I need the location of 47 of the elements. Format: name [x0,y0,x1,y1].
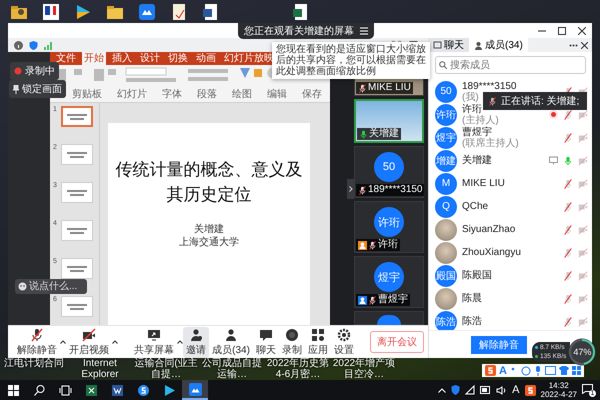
participant-name: 许珩 [378,239,398,251]
cpu-reading: 47% [572,347,592,357]
participant-name: 曹煜宇 [378,294,408,306]
participant-name: 189****3150 [368,184,422,196]
member-name: 许珩 [462,104,482,114]
member-name: 曹煜宇 [462,126,492,138]
member-name: 关增建 [462,155,492,166]
slide-title: 传统计量的概念、意义及其历史定位 [114,159,304,206]
member-name: QChe [462,201,488,212]
avatar: Q [435,196,457,218]
avatar: 50 [374,152,404,182]
avatar: 殿国 [435,264,457,286]
screen-share-banner: 您正在观看关增建的屏幕 [238,23,374,39]
participant-name: 关增建 [369,128,399,140]
ribbon-group-label: 幻灯片 [117,89,147,101]
member-name: MIKE LIU [462,178,505,189]
member-name: 陈殿国 [462,270,492,281]
avatar: 许珩 [435,104,457,126]
avatar: 陈浩 [435,310,457,330]
member-name: 189****3150 [462,80,516,92]
slide-author: 关增建 [194,223,224,236]
ribbon-group-label: 段落 [197,89,217,101]
slide-affiliation: 上海交通大学 [179,236,239,249]
tooltip: 您现在看到的是适应窗口大小缩放后的共享内容，您可以根据需要在此处调整画面缩放比例 [272,42,430,79]
avatar: M [435,172,457,194]
ribbon-group-label: 剪贴板 [72,89,102,101]
date-text: 2022-4-27 [540,390,577,399]
member-name: SiyuanZhao [462,224,516,235]
member-name: ZhouXiangyu [462,247,521,258]
participant-name: MIKE LIU [368,82,411,94]
avatar: 许珩 [374,207,404,237]
avatar: 增建 [435,150,457,172]
member-role: (联席主持人) [462,138,519,148]
recording-status: 录制中 [10,62,59,80]
ribbon-group-label: 编辑 [267,89,287,101]
avatar: 50 [435,80,457,102]
ribbon-group-label: 保存 [302,89,322,101]
time-text: 14:32 [548,381,570,390]
member-role: (我) [462,92,479,102]
speaking-text: 正在讲话: 关增建; [501,94,580,108]
avatar: 煜宇 [435,126,457,148]
member-role: (主持人) [462,114,499,126]
member-name: 陈浩 [462,316,482,327]
ribbon-group-label: 字体 [162,89,182,101]
avatar: 煜宇 [374,262,404,292]
member-name: 陈晨 [462,293,482,304]
ribbon-group-label: 绘图 [232,89,252,101]
